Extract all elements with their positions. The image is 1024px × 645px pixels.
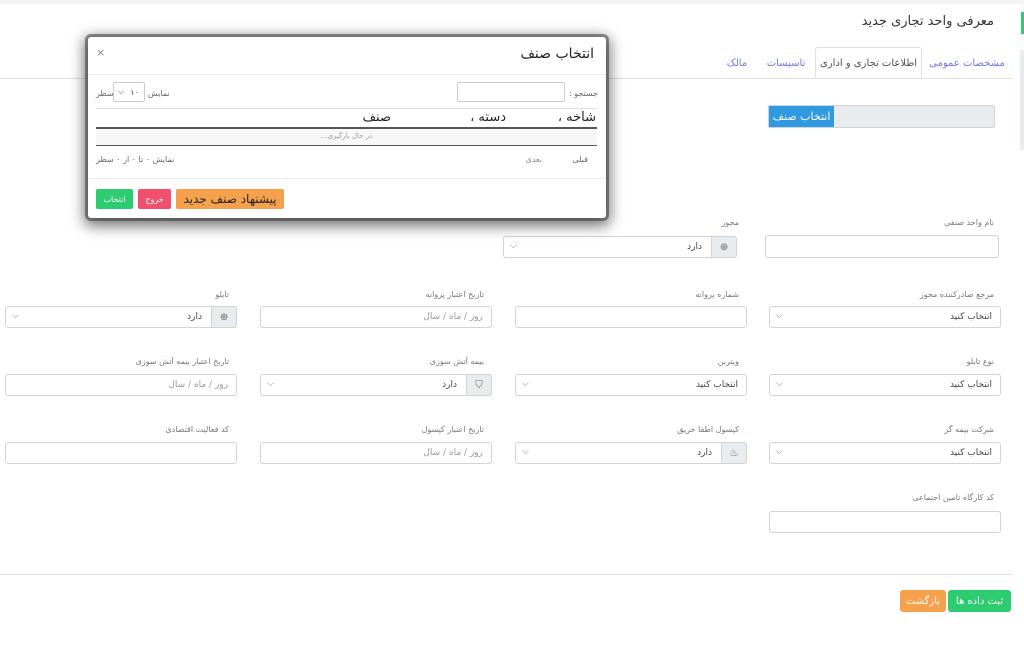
chevron-down-icon: ⌵ (118, 87, 125, 96)
showcase-value: انتخاب کنید (695, 380, 738, 390)
issuer-value: انتخاب کنید (949, 312, 992, 322)
tab-business-admin[interactable]: اطلاعات تجاری و اداری (815, 47, 922, 79)
social-security-code-label: کد کارگاه تامین اجتماعی (912, 493, 994, 502)
permit-select[interactable]: دارد ⌵ ⊕ (503, 236, 737, 258)
table-top-border (96, 108, 597, 109)
chevron-down-icon: ⌵ (267, 379, 274, 389)
license-number-label: شماره پروانه (695, 290, 739, 299)
select-class-field[interactable]: انتخاب صنف (768, 105, 995, 128)
unit-name-label: نام واحد صنفی (944, 218, 994, 227)
back-button[interactable]: بازگشت (900, 590, 946, 612)
search-input[interactable] (457, 82, 565, 102)
fire-insurance-expiry-input[interactable]: روز / ماه / سال (5, 374, 237, 396)
unit-name-input[interactable] (765, 235, 999, 258)
page-title: معرفی واحد تجاری جدید (861, 14, 994, 29)
fire-insurance-value: دارد (442, 380, 457, 390)
download-icon: ⊕ (211, 306, 237, 328)
insurance-company-label: شرکت بیمه گر (944, 425, 994, 434)
economic-code-label: کد فعالیت اقتصادی (165, 425, 229, 434)
showcase-select[interactable]: انتخاب کنید ⌵ (515, 374, 747, 396)
tab-owner[interactable]: مالک (718, 47, 756, 79)
next-page-button[interactable]: بعدی (525, 155, 542, 164)
length-rows-label: سطر (96, 89, 114, 98)
submit-button[interactable]: ثبت داده ها (948, 590, 1011, 612)
select-class-button[interactable]: انتخاب صنف (769, 106, 834, 127)
column-header-branch[interactable]: شاخه ، (558, 110, 596, 125)
modal-header-divider (88, 74, 606, 75)
issuer-select[interactable]: انتخاب کنید ⌵ (769, 306, 1001, 328)
showcase-label: ویترین (717, 357, 739, 366)
social-security-code-input[interactable] (769, 511, 1001, 533)
close-icon[interactable]: × (96, 46, 105, 59)
tab-general[interactable]: مشخصات عمومی (925, 47, 1009, 79)
insurance-company-select[interactable]: انتخاب کنید ⌵ (769, 442, 1001, 464)
modal-title: انتخاب صنف (520, 46, 594, 62)
issuer-label: مرجع صادرکننده مجوز (919, 290, 994, 299)
sign-type-label: نوع تابلو (966, 357, 994, 366)
table-info: نمایش ۰ تا ۰ از ۰ سطر (96, 155, 175, 164)
extinguisher-expiry-input[interactable]: روز / ماه / سال (260, 442, 492, 464)
sign-label: تابلو (215, 290, 229, 299)
column-header-class[interactable]: صنف (363, 110, 391, 125)
extinguisher-label: کپسول اطفا حریق (677, 425, 739, 434)
modal-select-button[interactable]: انتخاب (96, 189, 133, 209)
sign-value: دارد (187, 312, 202, 322)
tab-facilities[interactable]: تاسیسات (758, 47, 814, 79)
fire-insurance-expiry-label: تاریخ اعتبار بیمه آتش سوزی (135, 357, 229, 366)
fire-icon: ♨ (721, 442, 747, 464)
top-bar (0, 0, 1024, 4)
modal-footer-divider (88, 178, 606, 179)
license-expiry-input[interactable]: روز / ماه / سال (260, 306, 492, 328)
license-number-input[interactable] (515, 306, 747, 328)
license-expiry-label: تاریخ اعتبار پروانه (425, 290, 484, 299)
chevron-down-icon: ⌵ (522, 379, 529, 389)
scrollbar[interactable] (1020, 50, 1024, 150)
chevron-down-icon: ⌵ (776, 311, 783, 321)
footer-divider (0, 574, 1013, 575)
extinguisher-expiry-label: تاریخ اعتبار کپسول (421, 425, 484, 434)
fire-insurance-select[interactable]: دارد ⌵ ⛉ (260, 374, 492, 396)
loading-text: در حال بارگیری... (320, 132, 373, 140)
permit-value: دارد (687, 242, 702, 252)
sign-select[interactable]: دارد ⌵ ⊕ (5, 306, 237, 328)
extinguisher-value: دارد (697, 448, 712, 458)
extinguisher-select[interactable]: دارد ⌵ ♨ (515, 442, 747, 464)
page-length-value: ۱۰ (130, 88, 139, 97)
search-label: جستجو : (568, 89, 598, 98)
sign-type-select[interactable]: انتخاب کنید ⌵ (769, 374, 1001, 396)
fire-insurance-label: بیمه آتش سوزی (429, 357, 484, 366)
permit-label: مجوز (721, 218, 739, 227)
chevron-down-icon: ⌵ (776, 379, 783, 389)
shield-icon: ⛉ (466, 374, 492, 396)
insurance-company-value: انتخاب کنید (949, 448, 992, 458)
chevron-down-icon: ⌵ (522, 447, 529, 457)
chevron-down-icon: ⌵ (12, 311, 19, 321)
select-class-modal: انتخاب صنف × جستجو : نمایش ۱۰ ⌵ سطر شاخه… (88, 37, 606, 218)
page-length-select[interactable]: ۱۰ ⌵ (113, 82, 145, 102)
length-show-label: نمایش (148, 89, 170, 98)
chevron-down-icon: ⌵ (510, 241, 517, 251)
modal-exit-button[interactable]: خروج (138, 189, 171, 209)
table-row: در حال بارگیری... (96, 129, 597, 146)
chevron-down-icon: ⌵ (776, 447, 783, 457)
economic-code-input[interactable] (5, 442, 237, 464)
column-header-category[interactable]: دسته ، (470, 110, 506, 125)
prev-page-button[interactable]: قبلی (572, 155, 588, 164)
download-icon: ⊕ (711, 236, 737, 258)
sign-type-value: انتخاب کنید (949, 380, 992, 390)
suggest-new-class-button[interactable]: پیشنهاد صنف جدید (176, 189, 284, 209)
